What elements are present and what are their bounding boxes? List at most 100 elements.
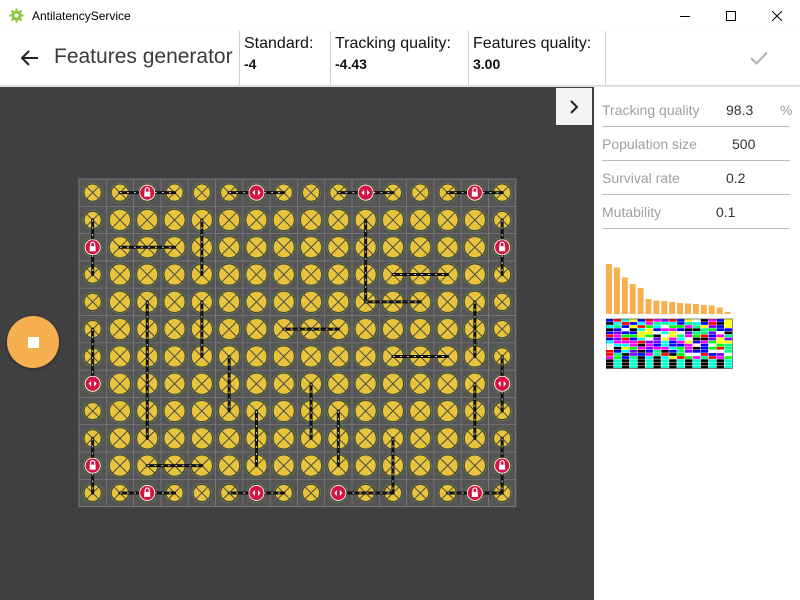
close-button[interactable] — [754, 0, 800, 31]
population-stripe — [677, 359, 685, 362]
population-stripe — [629, 340, 638, 344]
marker-grid-canvas[interactable] — [0, 87, 594, 600]
histogram-bar — [637, 288, 644, 314]
population-stripe — [645, 331, 653, 335]
population-stripe — [724, 343, 732, 347]
population-stripe — [708, 328, 717, 331]
population-stripe — [661, 319, 669, 322]
expand-panel-button[interactable] — [556, 88, 592, 125]
population-stripe — [708, 319, 717, 322]
mutability-field[interactable]: 0.1 — [716, 204, 735, 220]
population-stripe — [613, 337, 622, 341]
population-stripe — [637, 334, 645, 338]
bidirectional-marker-icon[interactable] — [494, 375, 511, 392]
population-stripe — [685, 353, 693, 356]
population-stripe — [669, 328, 677, 331]
population-stripe — [708, 362, 717, 366]
population-stripe — [708, 334, 717, 338]
population-stripe — [685, 328, 693, 331]
settings-panel: Tracking quality 98.3 % Population size … — [594, 87, 800, 600]
population-stripe — [606, 362, 614, 366]
population-stripe — [621, 365, 630, 369]
population-stripe — [685, 337, 693, 341]
population-stripe — [716, 328, 724, 331]
population-stripe — [692, 356, 701, 359]
population-stripe — [621, 359, 630, 362]
population-stripe — [700, 322, 709, 325]
population-stripe — [629, 362, 638, 366]
population-stripe — [700, 356, 709, 359]
bidirectional-marker-icon[interactable] — [248, 485, 265, 501]
lock-marker-icon[interactable] — [466, 184, 483, 201]
population-stripe — [637, 331, 645, 335]
population-stripe — [661, 346, 669, 350]
population-stripe — [637, 337, 645, 341]
histogram-bar — [669, 302, 676, 314]
population-stripe — [653, 331, 661, 335]
population-stripe — [637, 328, 645, 331]
population-stripe — [629, 356, 638, 359]
population-stripe — [669, 322, 677, 325]
population-stripe — [661, 340, 669, 344]
histogram-bar — [621, 277, 628, 314]
metric-standard: Standard: -4 — [239, 31, 329, 85]
lock-marker-icon[interactable] — [139, 184, 156, 201]
app-title: AntilatencyService — [32, 9, 131, 23]
survival-rate-field[interactable]: 0.2 — [726, 170, 745, 186]
close-icon — [772, 10, 782, 21]
population-stripe — [606, 340, 614, 344]
population-stripe — [629, 328, 638, 331]
population-stripe — [724, 337, 732, 341]
stop-button[interactable] — [7, 316, 59, 368]
survival-rate-row: Survival rate 0.2 — [602, 161, 790, 195]
population-stripe — [637, 319, 645, 322]
population-stripe — [669, 331, 677, 335]
population-stripe — [677, 337, 685, 341]
confirm-button[interactable] — [744, 43, 774, 73]
lock-marker-icon[interactable] — [139, 485, 156, 501]
population-stripe — [629, 353, 638, 356]
population-stripe — [621, 340, 630, 344]
lock-marker-icon[interactable] — [466, 485, 483, 501]
lock-marker-icon[interactable] — [84, 239, 101, 256]
population-stripe — [716, 362, 724, 366]
bidirectional-marker-icon[interactable] — [248, 184, 265, 201]
population-stripe — [653, 340, 661, 344]
maximize-button[interactable] — [708, 0, 754, 31]
bidirectional-marker-icon[interactable] — [84, 375, 101, 392]
population-stripe — [677, 319, 685, 322]
population-size-field[interactable]: 500 — [732, 136, 755, 152]
population-stripe — [669, 362, 677, 366]
population-stripe — [669, 325, 677, 328]
population-stripe — [700, 353, 709, 356]
lock-marker-icon[interactable] — [84, 457, 101, 474]
population-stripe — [606, 319, 614, 322]
population-stripe — [677, 331, 685, 335]
population-stripe — [645, 356, 653, 359]
population-stripe — [653, 362, 661, 366]
histogram-bar — [613, 267, 620, 314]
population-stripe — [606, 365, 614, 369]
population-stripe — [685, 319, 693, 322]
population-stripe — [669, 319, 677, 322]
population-stripe — [677, 343, 685, 347]
population-stripe — [708, 340, 717, 344]
population-stripe — [692, 319, 701, 322]
tracking-quality-field[interactable]: 98.3 — [726, 102, 753, 118]
lock-marker-icon[interactable] — [494, 457, 511, 474]
population-stripe — [708, 365, 717, 369]
bidirectional-marker-icon[interactable] — [330, 485, 347, 501]
population-stripe — [685, 334, 693, 338]
histogram-bar — [653, 300, 660, 314]
marker-grid[interactable] — [0, 87, 594, 600]
population-stripe — [645, 353, 653, 356]
population-stripe — [685, 359, 693, 362]
population-stripe — [692, 334, 701, 338]
back-button[interactable] — [16, 44, 44, 72]
minimize-button[interactable] — [662, 0, 708, 31]
lock-marker-icon[interactable] — [494, 239, 511, 256]
population-stripe — [629, 337, 638, 341]
population-stripe — [637, 362, 645, 366]
bidirectional-marker-icon[interactable] — [357, 184, 374, 201]
histogram-bar — [629, 284, 636, 314]
